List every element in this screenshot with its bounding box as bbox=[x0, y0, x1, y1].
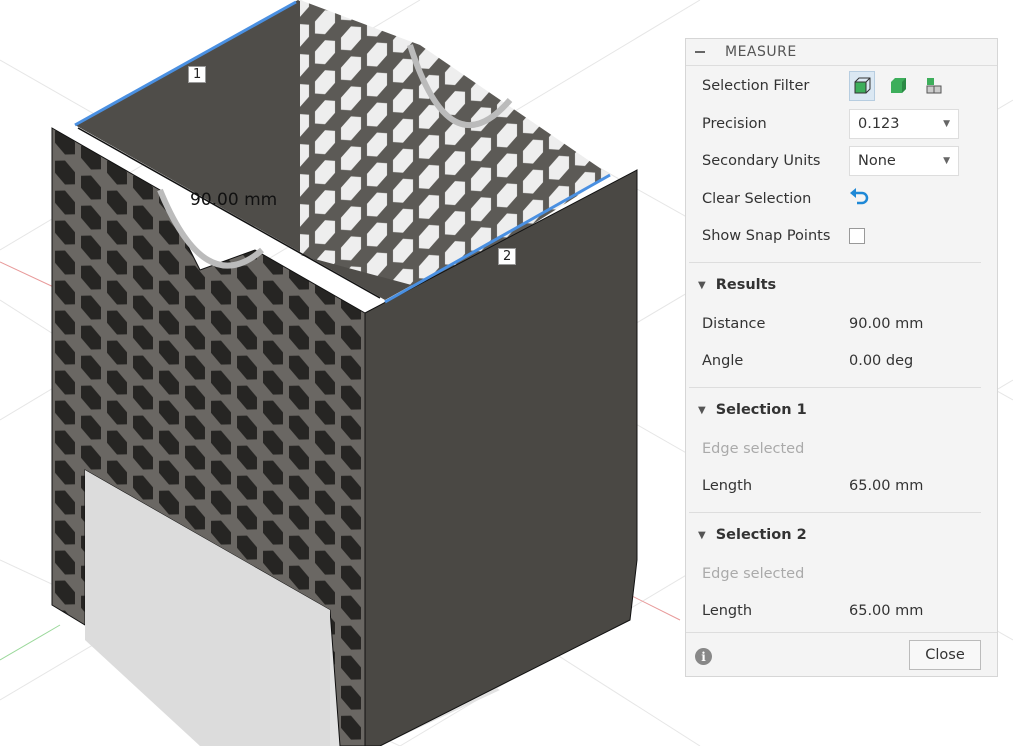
close-button[interactable]: Close bbox=[909, 640, 981, 670]
info-icon[interactable]: i bbox=[695, 648, 712, 665]
results-section[interactable]: ▼ Results bbox=[698, 277, 776, 293]
selection2-status: Edge selected bbox=[702, 566, 805, 582]
precision-label: Precision bbox=[702, 116, 767, 132]
angle-value: 0.00 deg bbox=[849, 353, 914, 369]
selection2-length: 65.00 mm bbox=[849, 603, 924, 619]
distance-label: Distance bbox=[702, 316, 766, 332]
undo-icon[interactable] bbox=[849, 188, 871, 210]
selection1-section[interactable]: ▼ Selection 1 bbox=[698, 402, 807, 418]
measure-panel: MEASURE Selection Filter Precision 0.123… bbox=[685, 38, 998, 677]
precision-value: 0.123 bbox=[858, 116, 900, 132]
selection2-section[interactable]: ▼ Selection 2 bbox=[698, 527, 807, 543]
x-axis bbox=[0, 261, 61, 291]
chevron-down-icon: ▼ bbox=[943, 156, 950, 166]
selection2-length-label: Length bbox=[702, 603, 753, 619]
selection-filter-label: Selection Filter bbox=[702, 78, 810, 94]
select-through-icon[interactable] bbox=[849, 71, 875, 101]
results-title: Results bbox=[715, 277, 777, 293]
edge-label-1: 1 bbox=[188, 66, 207, 83]
secondary-units-dropdown[interactable]: None ▼ bbox=[849, 146, 959, 176]
clear-selection-label: Clear Selection bbox=[702, 191, 812, 207]
secondary-units-value: None bbox=[858, 153, 896, 169]
selection1-length-label: Length bbox=[702, 478, 753, 494]
distance-value: 90.00 mm bbox=[849, 316, 924, 332]
edge-label-2: 2 bbox=[498, 248, 517, 265]
chevron-down-icon: ▼ bbox=[943, 119, 950, 129]
collapse-icon[interactable] bbox=[695, 51, 705, 53]
panel-title: MEASURE bbox=[725, 44, 797, 60]
dimension-label: 90.00 mm bbox=[190, 190, 278, 210]
snap-points-label: Show Snap Points bbox=[702, 228, 831, 244]
selection1-title: Selection 1 bbox=[715, 402, 807, 418]
body-select-icon[interactable] bbox=[885, 71, 911, 101]
angle-label: Angle bbox=[702, 353, 744, 369]
selection1-status: Edge selected bbox=[702, 441, 805, 457]
selection1-length: 65.00 mm bbox=[849, 478, 924, 494]
precision-dropdown[interactable]: 0.123 ▼ bbox=[849, 109, 959, 139]
selection2-title: Selection 2 bbox=[715, 527, 807, 543]
component-select-icon[interactable] bbox=[921, 71, 947, 101]
secondary-units-label: Secondary Units bbox=[702, 153, 821, 169]
y-axis bbox=[0, 624, 61, 661]
snap-points-checkbox[interactable] bbox=[849, 228, 865, 244]
